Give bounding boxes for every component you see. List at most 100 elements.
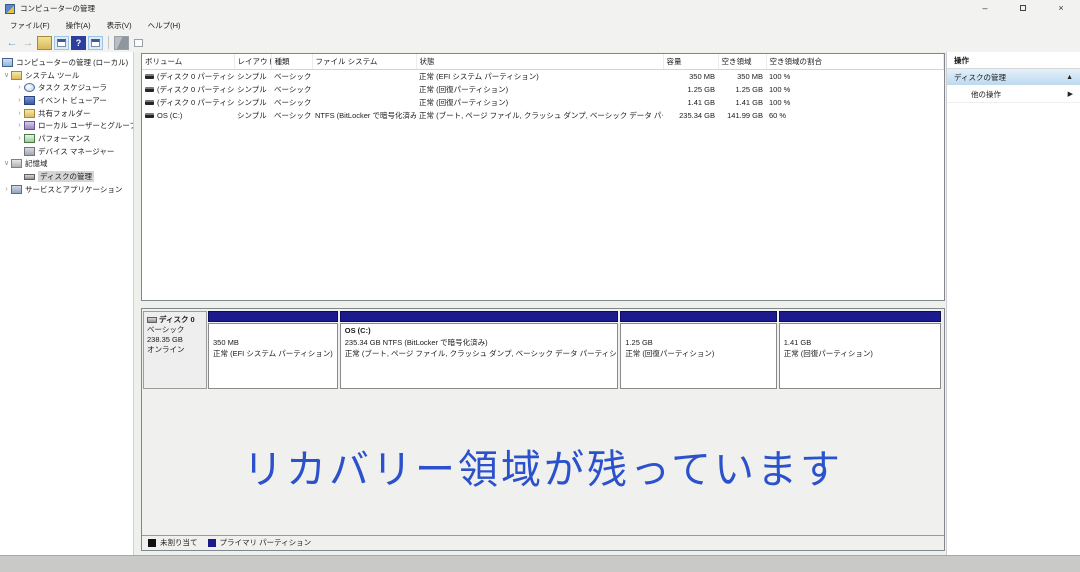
partition-body[interactable]: 350 MB 正常 (EFI システム パーティション) (208, 323, 338, 389)
legend-label: 未割り当て (160, 537, 198, 548)
sidebar-item-label: イベント ビューアー (38, 95, 107, 106)
toolbar: ← → ? (0, 33, 1080, 52)
partition-status: 正常 (回復パーティション) (784, 348, 936, 360)
partition-name (625, 325, 771, 337)
sidebar-item-disk-management[interactable]: ディスクの管理 (0, 170, 133, 183)
sidebar-item-task-scheduler[interactable]: › タスク スケジューラ (0, 81, 133, 94)
disk-type: ベーシック (147, 325, 203, 335)
sidebar-item-label: コンピューターの管理 (ローカル) (16, 57, 128, 68)
sidebar-item-performance[interactable]: › パフォーマンス (0, 132, 133, 145)
sidebar-item-system-tools[interactable]: ∨ システム ツール (0, 69, 133, 82)
expander-icon[interactable]: ∨ (2, 159, 11, 168)
expander-icon[interactable]: › (15, 121, 24, 130)
table-row[interactable]: (ディスク 0 パーティション 1) シンプル ベーシック 正常 (EFI シス… (142, 70, 944, 83)
disk-name: ディスク 0 (159, 315, 195, 325)
expander-icon[interactable]: › (15, 109, 24, 118)
tool-icon[interactable] (114, 36, 129, 50)
disk-0-info-box[interactable]: ディスク 0 ベーシック 238.35 GB オンライン (143, 311, 207, 389)
partition-size: 1.41 GB (784, 337, 936, 349)
type-cell: ベーシック (271, 96, 312, 109)
show-console-tree-icon[interactable] (37, 36, 52, 50)
column-capacity[interactable]: 容量 (663, 54, 718, 70)
capacity-cell: 350 MB (663, 70, 718, 83)
restore-button[interactable] (1004, 0, 1042, 17)
column-status[interactable]: 状態 (416, 54, 663, 70)
sidebar-item-label: パフォーマンス (38, 133, 90, 144)
volume-list-panel: ボリューム レイアウト 種類 ファイル システム 状態 容量 空き領域 空き領域… (141, 53, 945, 301)
forward-icon[interactable]: → (20, 37, 36, 49)
unallocated-swatch-icon (148, 539, 156, 547)
volume-cell: (ディスク 0 パーティション 4) (142, 83, 234, 96)
column-free-percent[interactable]: 空き領域の割合 (766, 54, 944, 70)
main-area: コンピューターの管理 (ローカル) ∨ システム ツール › タスク スケジュー… (0, 52, 1080, 555)
menu-action[interactable]: 操作(A) (58, 18, 99, 33)
close-button[interactable]: × (1042, 0, 1080, 17)
legend-label: プライマリ パーティション (220, 537, 312, 548)
console-tree: コンピューターの管理 (ローカル) ∨ システム ツール › タスク スケジュー… (0, 52, 134, 555)
window-controls: – × (966, 0, 1080, 17)
actions-group-disk-management[interactable]: ディスクの管理 ▲ (947, 69, 1080, 86)
filesystem-cell (312, 96, 416, 109)
actions-more-actions[interactable]: 他の操作 ▶ (947, 86, 1080, 103)
partition-body[interactable]: 1.25 GB 正常 (回復パーティション) (620, 323, 776, 389)
free-cell: 1.25 GB (718, 83, 766, 96)
column-filesystem[interactable]: ファイル システム (312, 54, 416, 70)
center-pane: ボリューム レイアウト 種類 ファイル システム 状態 容量 空き領域 空き領域… (141, 53, 945, 551)
column-type[interactable]: 種類 (271, 54, 312, 70)
back-icon[interactable]: ← (4, 37, 20, 49)
menu-file[interactable]: ファイル(F) (2, 18, 58, 33)
computer-management-window: コンピューターの管理 – × ファイル(F) 操作(A) 表示(V) ヘルプ(H… (0, 0, 1080, 556)
partition-os-c[interactable]: OS (C:) 235.34 GB NTFS (BitLocker で暗号化済み… (340, 311, 619, 389)
free-cell: 350 MB (718, 70, 766, 83)
partition-recovery-2[interactable]: 1.41 GB 正常 (回復パーティション) (779, 311, 941, 389)
disk-icon (147, 317, 157, 323)
partition-color-bar (208, 311, 338, 322)
expander-icon[interactable]: ∨ (2, 71, 11, 80)
sidebar-item-services-applications[interactable]: › サービスとアプリケーション (0, 183, 133, 196)
expander-icon[interactable]: › (15, 96, 24, 105)
sidebar-item-label: 共有フォルダー (38, 108, 91, 119)
volume-table-header: ボリューム レイアウト 種類 ファイル システム 状態 容量 空き領域 空き領域… (142, 54, 944, 70)
expander-icon[interactable]: › (15, 134, 24, 143)
partition-body[interactable]: 1.41 GB 正常 (回復パーティション) (779, 323, 941, 389)
expander-icon[interactable]: › (15, 83, 24, 92)
capacity-cell: 1.25 GB (663, 83, 718, 96)
layout-cell: シンプル (234, 96, 271, 109)
sidebar-item-label: ローカル ユーザーとグループ (38, 120, 133, 131)
minimize-button[interactable]: – (966, 0, 1004, 17)
show-action-pane-icon[interactable] (88, 36, 103, 50)
table-row[interactable]: OS (C:) シンプル ベーシック NTFS (BitLocker で暗号化済… (142, 109, 944, 122)
table-row[interactable]: (ディスク 0 パーティション 4) シンプル ベーシック 正常 (回復パーティ… (142, 83, 944, 96)
sidebar-item-event-viewer[interactable]: › イベント ビューアー (0, 94, 133, 107)
partition-recovery-1[interactable]: 1.25 GB 正常 (回復パーティション) (620, 311, 776, 389)
more-actions-label: 他の操作 (971, 89, 1068, 100)
column-free[interactable]: 空き領域 (718, 54, 766, 70)
menu-bar: ファイル(F) 操作(A) 表示(V) ヘルプ(H) (0, 17, 1080, 33)
actions-title: 操作 (947, 52, 1080, 69)
column-volume[interactable]: ボリューム (142, 54, 234, 70)
window-pane-icon[interactable] (131, 36, 146, 50)
legend-bar: 未割り当て プライマリ パーティション (142, 535, 944, 549)
menu-view[interactable]: 表示(V) (99, 18, 140, 33)
sidebar-item-device-manager[interactable]: デバイス マネージャー (0, 145, 133, 158)
sidebar-item-local-users-groups[interactable]: › ローカル ユーザーとグループ (0, 119, 133, 132)
filesystem-cell: NTFS (BitLocker で暗号化済み) (312, 109, 416, 122)
partition-status: 正常 (EFI システム パーティション) (213, 348, 333, 360)
table-row[interactable]: (ディスク 0 パーティション 5) シンプル ベーシック 正常 (回復パーティ… (142, 96, 944, 109)
partition-body[interactable]: OS (C:) 235.34 GB NTFS (BitLocker で暗号化済み… (340, 323, 619, 389)
device-manager-icon (24, 147, 35, 156)
sidebar-item-computer-management-root[interactable]: コンピューターの管理 (ローカル) (0, 56, 133, 69)
column-layout[interactable]: レイアウト (234, 54, 271, 70)
menu-help[interactable]: ヘルプ(H) (140, 18, 189, 33)
help-icon[interactable]: ? (71, 36, 86, 50)
sidebar-item-shared-folders[interactable]: › 共有フォルダー (0, 107, 133, 120)
sidebar-item-storage[interactable]: ∨ 記憶域 (0, 158, 133, 171)
partition-color-bar (340, 311, 619, 322)
expander-icon[interactable]: › (2, 185, 11, 194)
collapse-arrow-icon[interactable]: ▲ (1066, 74, 1073, 81)
sidebar-item-label: ディスクの管理 (38, 171, 94, 182)
console-window-icon[interactable] (54, 36, 69, 50)
free-percent-cell: 100 % (766, 70, 944, 83)
capacity-cell: 1.41 GB (663, 96, 718, 109)
partition-efi[interactable]: 350 MB 正常 (EFI システム パーティション) (208, 311, 338, 389)
